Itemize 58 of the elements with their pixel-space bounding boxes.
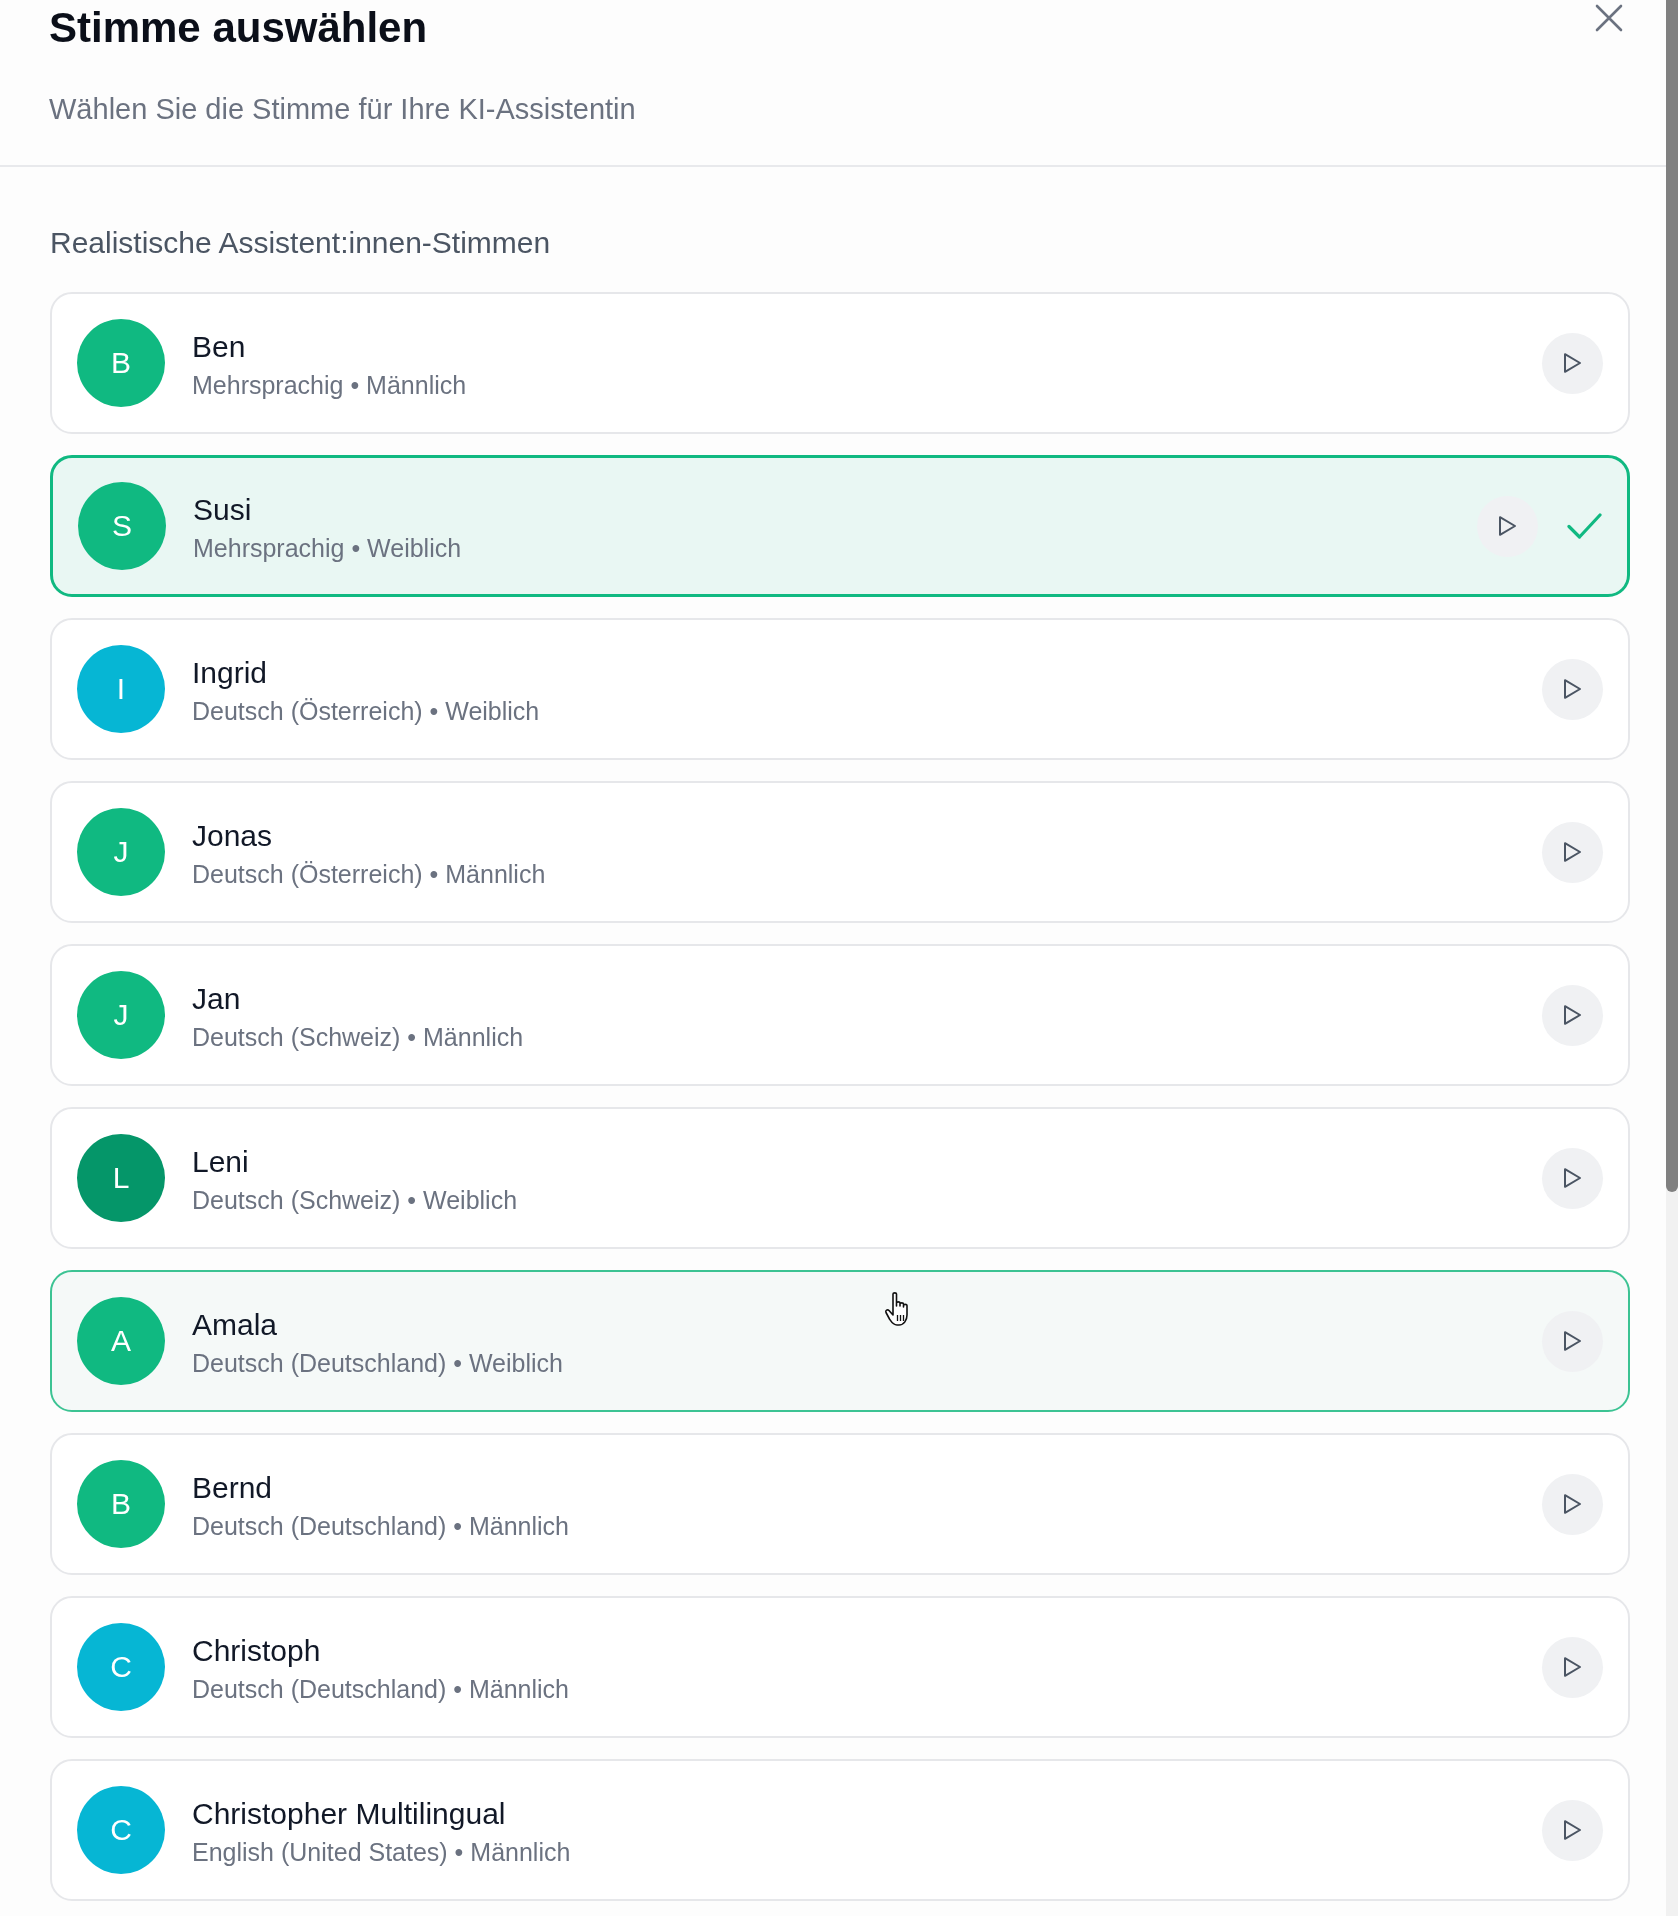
voice-details: Deutsch (Österreich) • Weiblich <box>192 696 540 727</box>
voice-name: Jonas <box>192 818 273 853</box>
voice-details: Mehrsprachig • Weiblich <box>193 533 462 564</box>
voice-card[interactable]: C Christoph Deutsch (Deutschland) • Männlich <box>50 1596 1630 1738</box>
voice-details: Deutsch (Schweiz) • Weiblich <box>192 1185 518 1216</box>
play-icon <box>1563 1004 1582 1026</box>
voice-name: Susi <box>193 492 252 527</box>
play-icon <box>1563 1656 1582 1678</box>
voice-card[interactable]: B Bernd Deutsch (Deutschland) • Männlich <box>50 1433 1630 1575</box>
play-icon <box>1563 1819 1582 1841</box>
avatar: C <box>77 1623 165 1711</box>
voice-card[interactable]: A Amala Deutsch (Deutschland) • Weiblich <box>50 1270 1630 1412</box>
voice-card[interactable]: I Ingrid Deutsch (Österreich) • Weiblich <box>50 618 1630 760</box>
voice-name: Leni <box>192 1144 249 1179</box>
voice-card[interactable]: B Ben Mehrsprachig • Männlich <box>50 292 1630 434</box>
voice-name: Ben <box>192 329 246 364</box>
voice-details: Deutsch (Schweiz) • Männlich <box>192 1022 524 1053</box>
check-icon <box>1567 513 1602 539</box>
voice-details: Deutsch (Österreich) • Männlich <box>192 859 546 890</box>
play-icon <box>1563 678 1582 700</box>
voice-name: Jan <box>192 981 241 1016</box>
avatar: I <box>77 645 165 733</box>
voice-name: Bernd <box>192 1470 273 1505</box>
play-icon <box>1563 1330 1582 1352</box>
voice-card[interactable]: J Jan Deutsch (Schweiz) • Männlich <box>50 944 1630 1086</box>
voice-name: Ingrid <box>192 655 268 690</box>
voice-card[interactable]: J Jonas Deutsch (Österreich) • Männlich <box>50 781 1630 923</box>
voice-name: Amala <box>192 1307 278 1342</box>
voice-details: Deutsch (Deutschland) • Männlich <box>192 1511 569 1542</box>
voice-card[interactable]: S Susi Mehrsprachig • Weiblich <box>50 455 1630 597</box>
section-heading: Realistische Assistent:innen-Stimmen <box>50 225 551 261</box>
play-icon <box>1563 841 1582 863</box>
dialog-subtitle: Wählen Sie die Stimme für Ihre KI-Assistentin <box>49 92 636 127</box>
avatar: L <box>77 1134 165 1222</box>
voice-details: English (United States) • Männlich <box>192 1837 571 1868</box>
play-icon <box>1563 352 1582 374</box>
close-icon <box>1595 4 1623 32</box>
voice-name: Christoph <box>192 1633 321 1668</box>
voice-details: Deutsch (Deutschland) • Weiblich <box>192 1348 563 1379</box>
voice-card[interactable]: C Christopher Multilingual English (United States) • Männlich <box>50 1759 1630 1901</box>
avatar: B <box>77 319 165 407</box>
dialog-title: Stimme auswählen <box>49 4 428 52</box>
voice-details: Deutsch (Deutschland) • Männlich <box>192 1674 569 1705</box>
close-button[interactable] <box>1595 4 1623 32</box>
voice-card[interactable]: L Leni Deutsch (Schweiz) • Weiblich <box>50 1107 1630 1249</box>
avatar: C <box>77 1786 165 1874</box>
scrollbar-track[interactable] <box>1666 0 1678 1916</box>
scrollbar-thumb[interactable] <box>1666 0 1678 1192</box>
avatar: J <box>77 971 165 1059</box>
avatar: A <box>77 1297 165 1385</box>
play-icon <box>1563 1167 1582 1189</box>
voice-name: Christopher Multilingual <box>192 1796 506 1831</box>
play-icon <box>1498 515 1517 537</box>
avatar: J <box>77 808 165 896</box>
avatar: S <box>78 482 166 570</box>
voice-details: Mehrsprachig • Männlich <box>192 370 467 401</box>
play-icon <box>1563 1493 1582 1515</box>
avatar: B <box>77 1460 165 1548</box>
